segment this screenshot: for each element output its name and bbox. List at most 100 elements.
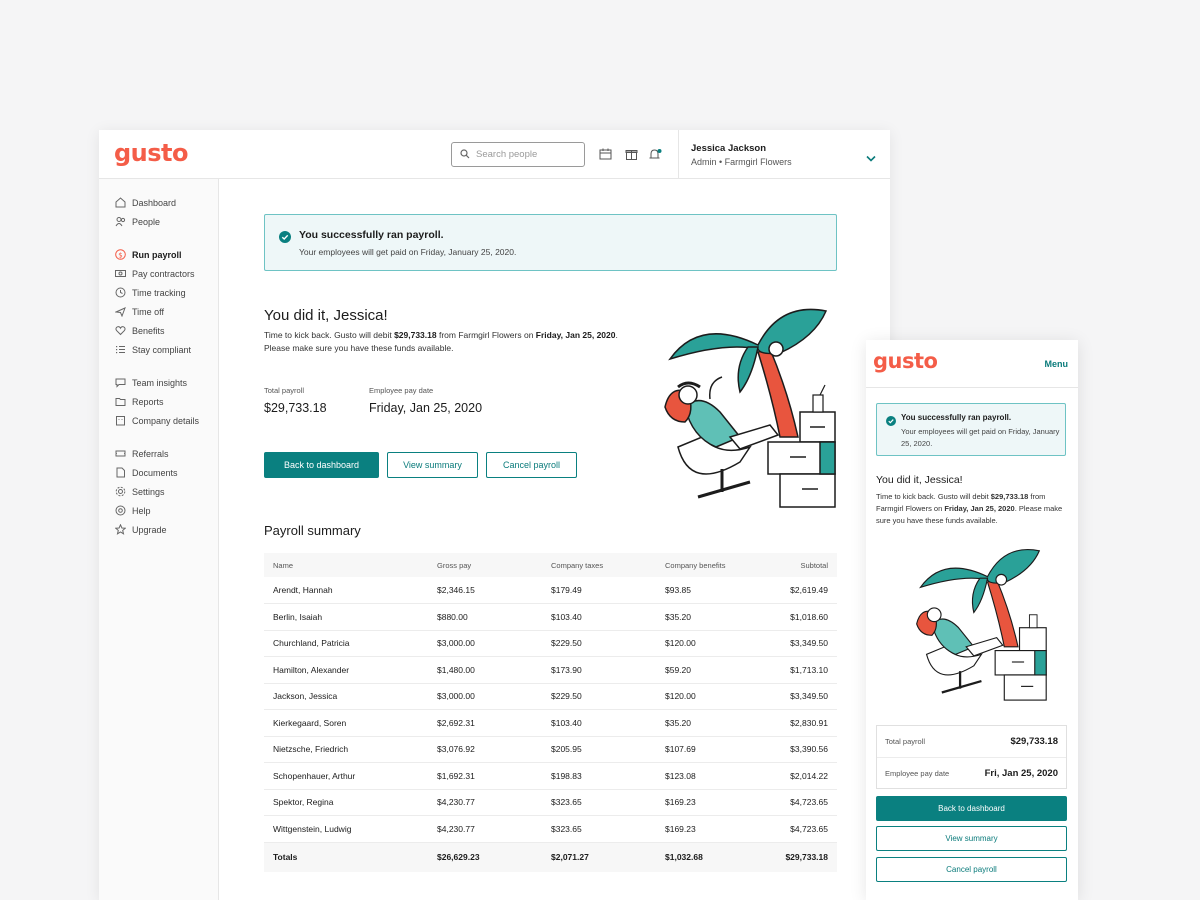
- table-row: Hamilton, Alexander $1,480.00 $173.90 $59.2…: [264, 656, 837, 684]
- sidebar-item-label: Documents: [132, 467, 178, 478]
- search-input[interactable]: [476, 149, 576, 160]
- pay-date-value: Friday, Jan 25, 2020: [369, 401, 483, 415]
- sidebar-item-label: Run payroll: [132, 249, 182, 260]
- payroll-summary-title: Payroll summary: [264, 523, 361, 538]
- sidebar-item-documents[interactable]: Documents: [99, 463, 218, 482]
- alert-title: You successfully ran payroll.: [299, 229, 444, 241]
- table-cell: $1,018.60: [756, 603, 837, 631]
- sidebar-item-label: Stay compliant: [132, 344, 192, 355]
- table-cell: $198.83: [542, 762, 656, 790]
- totals-cell: $29,733.18: [756, 841, 837, 872]
- bell-icon[interactable]: [648, 147, 662, 161]
- calendar-icon[interactable]: [598, 147, 612, 161]
- checklist-icon: [115, 344, 126, 355]
- sidebar-item-team-insights[interactable]: Team insights: [99, 373, 218, 392]
- table-cell: $3,000.00: [428, 630, 542, 657]
- mobile-top-bar: gusto Menu: [866, 340, 1078, 388]
- view-summary-button[interactable]: View summary: [387, 452, 478, 478]
- gusto-logo[interactable]: gusto: [114, 139, 189, 167]
- cancel-payroll-button[interactable]: Cancel payroll: [876, 857, 1067, 882]
- total-payroll-value: $29,733.18: [264, 401, 327, 415]
- sidebar-item-time-off[interactable]: Time off: [99, 302, 218, 321]
- table-row: Berlin, Isaiah $880.00 $103.40 $35.20 $1,018…: [264, 603, 837, 631]
- sidebar-item-benefits[interactable]: Benefits: [99, 321, 218, 340]
- sidebar: Dashboard People $ Run payroll Pay contracto…: [99, 179, 219, 900]
- relaxing-person-illustration: [664, 308, 836, 508]
- sidebar-item-upgrade[interactable]: Upgrade: [99, 520, 218, 539]
- back-to-dashboard-button[interactable]: Back to dashboard: [876, 796, 1067, 821]
- table-row: Schopenhauer, Arthur $1,692.31 $198.83 $123…: [264, 762, 837, 790]
- sidebar-item-people[interactable]: People: [99, 212, 218, 231]
- sidebar-divider: [99, 430, 218, 444]
- sidebar-item-label: Benefits: [132, 325, 165, 336]
- pay-date-label: Employee pay date: [369, 386, 434, 395]
- back-to-dashboard-button[interactable]: Back to dashboard: [264, 452, 379, 478]
- cancel-payroll-button[interactable]: Cancel payroll: [486, 452, 577, 478]
- menu-button[interactable]: Menu: [1045, 359, 1069, 369]
- col-subtotal-header: Subtotal: [756, 553, 837, 577]
- table-cell: $120.00: [656, 683, 756, 710]
- hero-body-mid: from Farmgirl Flowers on: [436, 330, 536, 340]
- plane-icon: [115, 306, 126, 317]
- table-cell: $3,390.56: [756, 736, 837, 763]
- table-cell: $103.40: [542, 709, 656, 737]
- sidebar-item-label: Dashboard: [132, 197, 177, 208]
- sidebar-item-label: Company details: [132, 415, 200, 426]
- table-cell: $205.95: [542, 736, 656, 763]
- totals-cell: $1,032.68: [656, 841, 756, 872]
- table-cell: $107.69: [656, 736, 756, 763]
- user-menu[interactable]: Jessica Jackson Admin • Farmgirl Flowers: [678, 130, 890, 179]
- pay-date-stat: Employee pay date Friday, Jan 25, 2020: [369, 386, 482, 415]
- alert-title: You successfully ran payroll.: [901, 413, 1012, 422]
- clock-icon: [115, 287, 126, 298]
- sidebar-item-referrals[interactable]: Referrals: [99, 444, 218, 463]
- sidebar-item-pay-contractors[interactable]: Pay contractors: [99, 264, 218, 283]
- sidebar-item-dashboard[interactable]: Dashboard: [99, 193, 218, 212]
- table-cell: $120.00: [656, 630, 756, 657]
- main-content: You successfully ran payroll. Your emplo…: [220, 179, 890, 900]
- sidebar-item-run-payroll[interactable]: $ Run payroll: [99, 245, 218, 264]
- desktop-window: gusto Jessica Jackson Admin • Farmgirl F…: [99, 130, 890, 900]
- document-icon: [115, 467, 126, 478]
- sidebar-item-label: Pay contractors: [132, 268, 195, 279]
- table-row: Churchland, Patricia $3,000.00 $229.50 $120…: [264, 630, 837, 657]
- sidebar-item-label: Team insights: [132, 377, 188, 388]
- gusto-logo[interactable]: gusto: [873, 349, 938, 373]
- sidebar-item-stay-compliant[interactable]: Stay compliant: [99, 340, 218, 359]
- table-cell: $173.90: [542, 656, 656, 684]
- svg-text:$: $: [118, 251, 122, 259]
- total-payroll-label: Total payroll: [264, 386, 305, 395]
- mobile-window: gusto Menu You successfully ran payroll.…: [866, 340, 1078, 900]
- user-name: Jessica Jackson: [691, 143, 767, 154]
- hero-date: Friday, Jan 25, 2020: [944, 504, 1015, 513]
- payroll-summary-table: Name Gross pay Company taxes Company ben…: [264, 553, 837, 872]
- table-header-row: Name Gross pay Company taxes Company ben…: [264, 553, 837, 577]
- table-cell: $323.65: [542, 815, 656, 843]
- sidebar-item-company-details[interactable]: Company details: [99, 411, 218, 430]
- sidebar-item-help[interactable]: Help: [99, 501, 218, 520]
- table-cell: $2,346.15: [428, 577, 542, 604]
- table-cell: Schopenhauer, Arthur: [264, 762, 428, 790]
- sidebar-item-reports[interactable]: Reports: [99, 392, 218, 411]
- sidebar-item-label: Settings: [132, 486, 165, 497]
- relaxing-person-illustration: [916, 549, 1047, 701]
- view-summary-button[interactable]: View summary: [876, 826, 1067, 851]
- money-icon: [115, 268, 126, 279]
- table-cell: $4,230.77: [428, 789, 542, 816]
- people-icon: [115, 216, 126, 227]
- total-payroll-stat: Total payroll $29,733.18: [264, 386, 327, 415]
- gift-icon[interactable]: [624, 147, 638, 161]
- success-alert: You successfully ran payroll. Your emplo…: [264, 214, 837, 271]
- chevron-down-icon[interactable]: [866, 149, 876, 167]
- help-icon: [115, 505, 126, 516]
- sidebar-item-label: Time off: [132, 306, 165, 317]
- sidebar-item-label: Help: [132, 505, 151, 516]
- search-box[interactable]: [451, 142, 585, 167]
- sidebar-item-settings[interactable]: Settings: [99, 482, 218, 501]
- sidebar-item-time-tracking[interactable]: Time tracking: [99, 283, 218, 302]
- table-row: Jackson, Jessica $3,000.00 $229.50 $120.00 $…: [264, 683, 837, 710]
- mobile-page-title: You did it, Jessica!: [876, 474, 963, 486]
- col-name-header: Name: [264, 553, 428, 577]
- total-payroll-value: $29,733.18: [1010, 736, 1058, 747]
- table-row: Nietzsche, Friedrich $3,076.92 $205.95 $107…: [264, 736, 837, 763]
